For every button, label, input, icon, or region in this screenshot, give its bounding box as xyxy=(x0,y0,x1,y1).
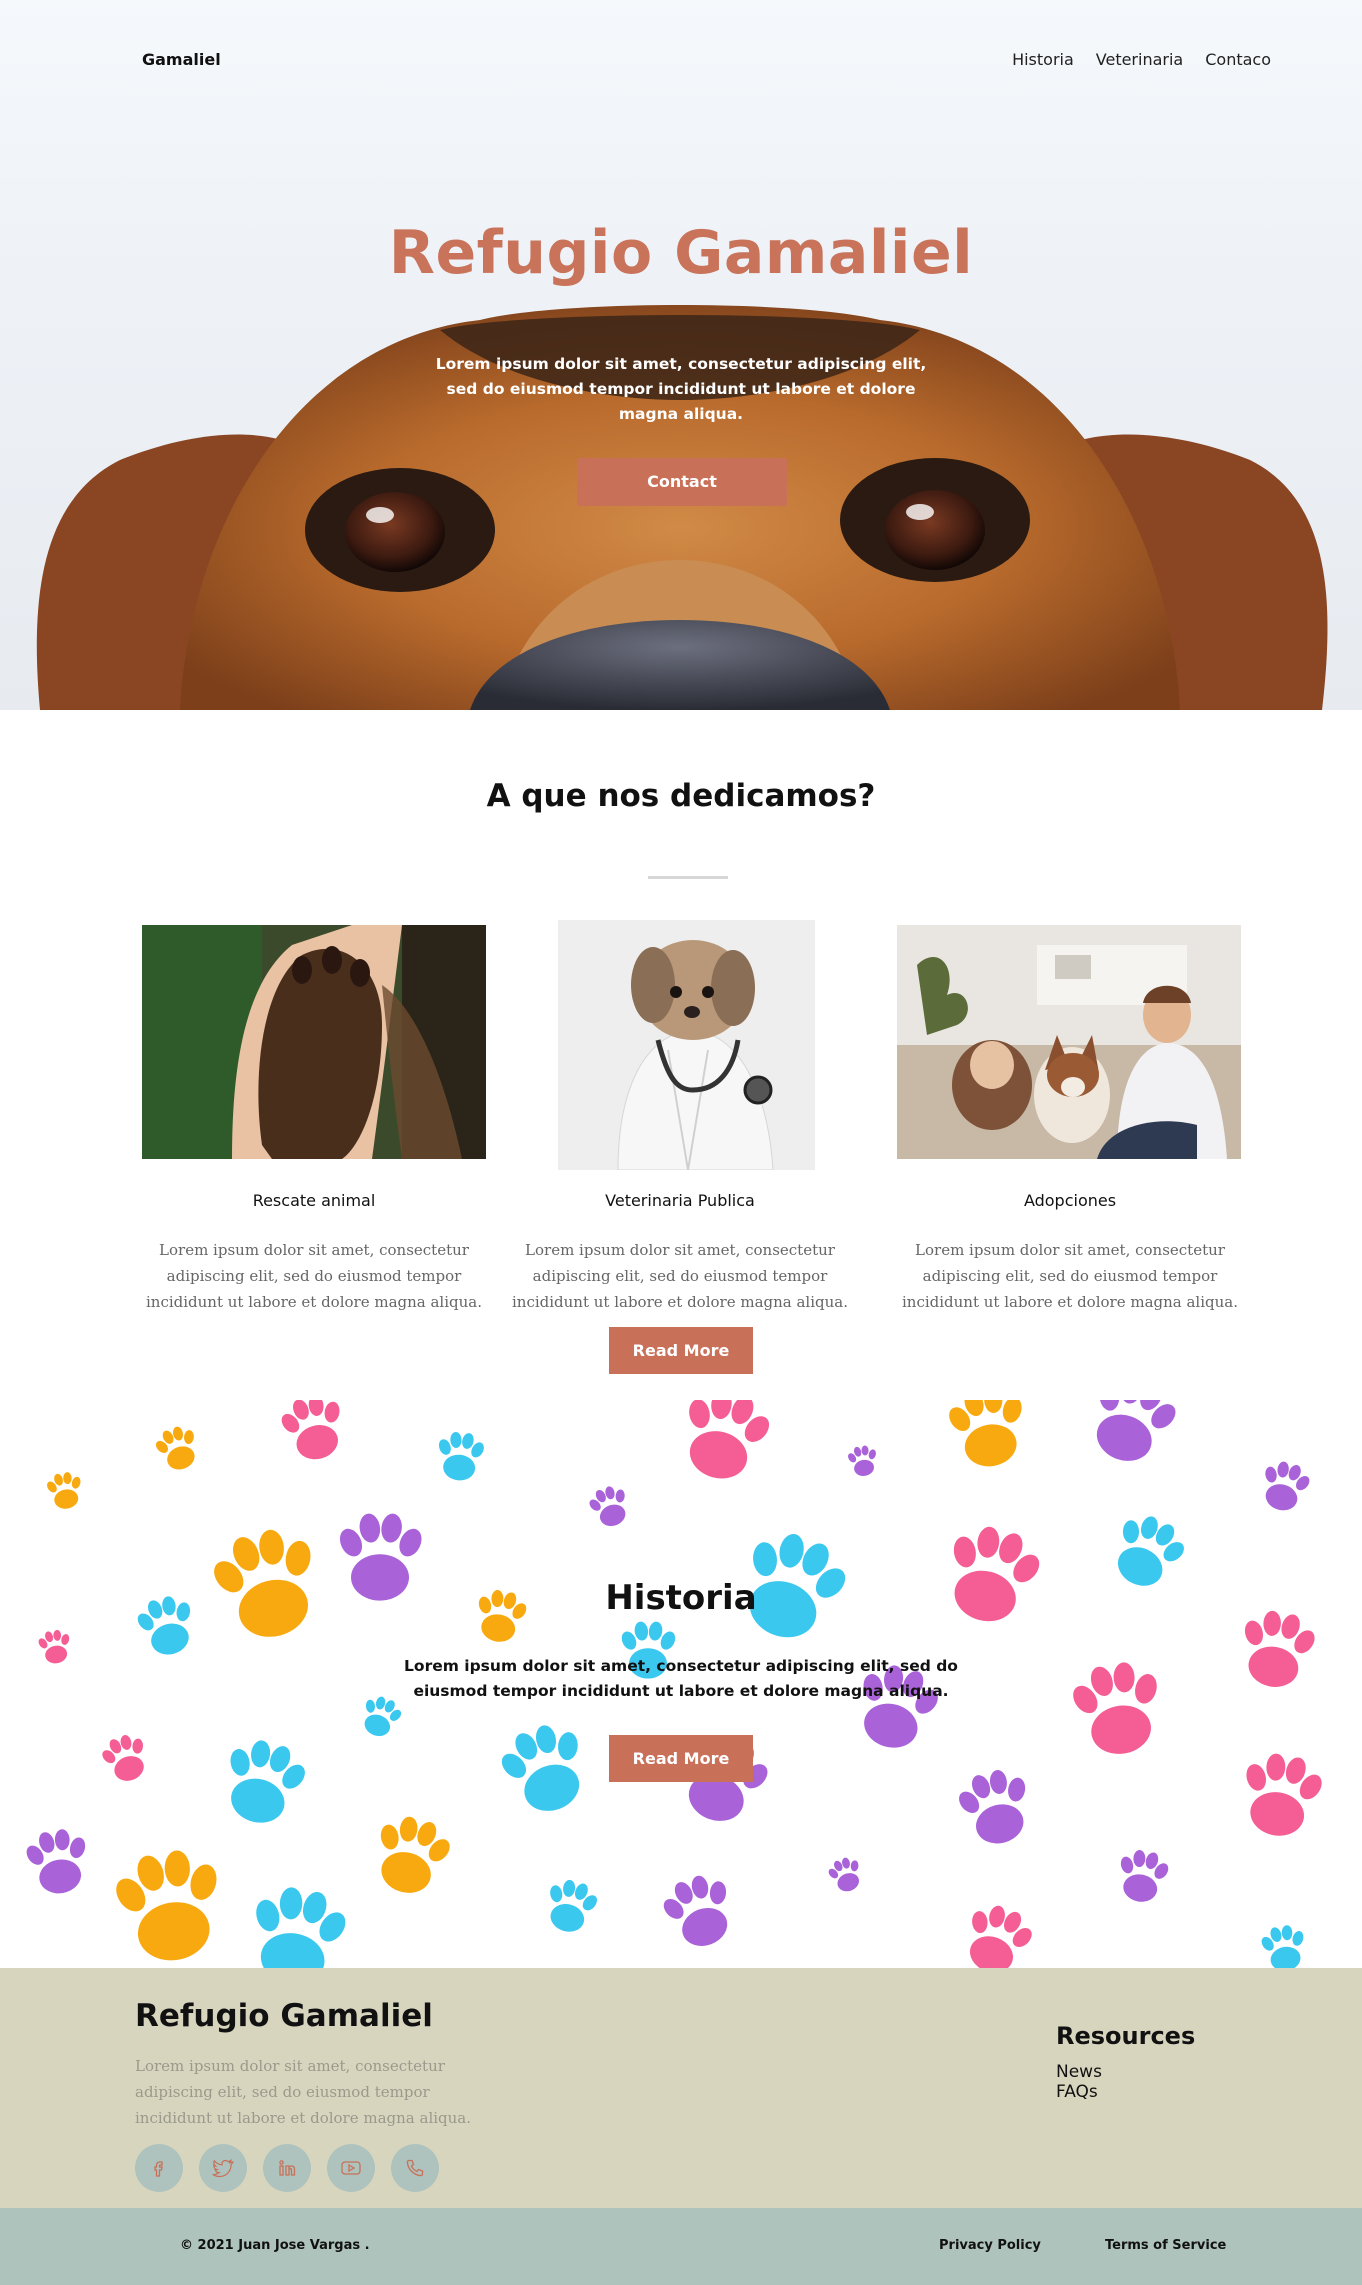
paw-print-decoration xyxy=(538,1874,604,1938)
resource-link-news[interactable]: News xyxy=(1056,2062,1102,2082)
card-text-vet: Lorem ipsum dolor sit amet, consectetur … xyxy=(511,1241,849,1311)
paw-print-decoration xyxy=(1254,1456,1316,1517)
paw-print-decoration xyxy=(150,1420,206,1476)
twitter-icon[interactable] xyxy=(199,2144,247,2192)
hero-section: Gamaliel Historia Veterinaria Contaco Re… xyxy=(0,0,1362,710)
historia-read-more-button[interactable]: Read More xyxy=(609,1735,753,1782)
paw-print-decoration xyxy=(212,1731,315,1833)
phone-icon[interactable] xyxy=(391,2144,439,2192)
paw-print-decoration xyxy=(1076,1400,1188,1474)
paw-print-decoration xyxy=(845,1443,881,1479)
brand-logo[interactable]: Gamaliel xyxy=(142,50,221,69)
card-title-vet: Veterinaria Publica xyxy=(605,1191,755,1210)
paw-print-decoration xyxy=(274,1400,354,1467)
paw-print-decoration xyxy=(1232,1747,1330,1843)
card-text-adoption: Lorem ipsum dolor sit amet, consectetur … xyxy=(901,1241,1239,1311)
paw-print-decoration xyxy=(96,1728,156,1788)
paw-print-decoration xyxy=(35,1627,75,1667)
paw-print-decoration xyxy=(364,1808,459,1903)
youtube-icon[interactable] xyxy=(327,2144,375,2192)
paw-print-decoration xyxy=(941,1400,1035,1473)
nav-links: Historia Veterinaria Contaco xyxy=(1012,50,1271,69)
hero-title: Refugio Gamaliel xyxy=(388,218,974,288)
adoption-image xyxy=(897,925,1241,1159)
card-title-adoption: Adopciones xyxy=(1023,1191,1117,1210)
historia-title: Historia xyxy=(605,1578,757,1618)
paw-print-decoration xyxy=(1064,1655,1172,1762)
paw-print-decoration xyxy=(1257,1921,1311,1968)
footer-description: Lorem ipsum dolor sit amet, consectetur … xyxy=(135,2057,472,2127)
card-title-rescue: Rescate animal xyxy=(252,1191,376,1210)
paw-print-decoration xyxy=(433,1429,488,1483)
paw-print-decoration xyxy=(669,1400,780,1490)
historia-description: Lorem ipsum dolor sit amet, consectetur … xyxy=(404,1657,958,1700)
paw-print-decoration xyxy=(654,1866,746,1957)
paw-print-decoration xyxy=(105,1841,235,1968)
resource-link-faqs[interactable]: FAQs xyxy=(1056,2082,1102,2102)
nav-link-historia[interactable]: Historia xyxy=(1012,50,1074,69)
hero-description: Lorem ipsum dolor sit amet, consectetur … xyxy=(435,355,927,423)
linkedin-icon[interactable] xyxy=(263,2144,311,2192)
privacy-policy-link[interactable]: Privacy Policy xyxy=(939,2238,1041,2253)
paw-print-decoration xyxy=(824,1853,868,1897)
card-text-rescue: Lorem ipsum dolor sit amet, consectetur … xyxy=(145,1241,483,1311)
paw-print-decoration xyxy=(20,1824,96,1899)
paw-print-decoration xyxy=(490,1713,601,1824)
paw-print-decoration xyxy=(1112,1845,1174,1907)
paw-print-decoration xyxy=(950,1762,1042,1852)
historia-section: Historia Lorem ipsum dolor sit amet, con… xyxy=(0,1400,1362,1968)
footer: Refugio Gamaliel Lorem ipsum dolor sit a… xyxy=(0,1968,1362,2208)
paw-print-decoration xyxy=(240,1879,355,1968)
services-title: A que nos dedicamos? xyxy=(486,778,876,814)
paw-print-decoration xyxy=(1232,1604,1322,1694)
top-navbar: Gamaliel Historia Veterinaria Contaco xyxy=(0,48,1362,72)
nav-link-contaco[interactable]: Contaco xyxy=(1205,50,1271,69)
paw-print-decoration xyxy=(43,1469,87,1512)
social-links xyxy=(135,2144,439,2192)
copyright-text: © 2021 Juan Jose Vargas . xyxy=(180,2238,370,2253)
rescue-image xyxy=(142,925,486,1159)
resources-title: Resources xyxy=(1056,2022,1196,2050)
vet-dog-image xyxy=(558,920,815,1170)
bottom-bar: © 2021 Juan Jose Vargas . Privacy Policy… xyxy=(0,2208,1362,2285)
nav-link-veterinaria[interactable]: Veterinaria xyxy=(1096,50,1183,69)
footer-title: Refugio Gamaliel xyxy=(135,1998,433,2034)
section-divider xyxy=(648,876,728,879)
resources-list: News FAQs xyxy=(1056,2062,1102,2102)
facebook-icon[interactable] xyxy=(135,2144,183,2192)
paw-print-decoration xyxy=(584,1480,636,1532)
terms-of-service-link[interactable]: Terms of Service xyxy=(1105,2238,1226,2253)
contact-button[interactable]: Contact xyxy=(577,458,787,506)
paw-print-decoration xyxy=(953,1896,1042,1968)
services-read-more-button[interactable]: Read More xyxy=(609,1327,753,1374)
